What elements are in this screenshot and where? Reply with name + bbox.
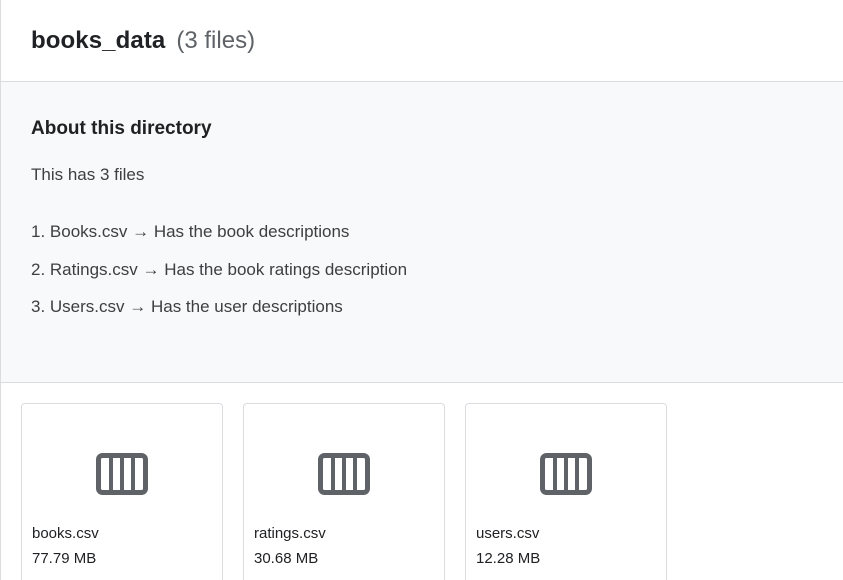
file-card-users[interactable]: users.csv 12.28 MB bbox=[465, 403, 667, 580]
file-count: (3 files) bbox=[176, 26, 256, 54]
file-name: ratings.csv bbox=[254, 525, 326, 542]
file-card-ratings[interactable]: ratings.csv 30.68 MB bbox=[243, 403, 445, 580]
directory-panel: books_data (3 files) About this director… bbox=[0, 0, 843, 580]
file-name: books.csv bbox=[32, 525, 99, 542]
file-size: 77.79 MB bbox=[32, 550, 97, 567]
directory-header: books_data (3 files) bbox=[1, 0, 843, 82]
table-icon bbox=[96, 453, 148, 495]
file-size: 30.68 MB bbox=[254, 550, 319, 567]
about-list-item: 3. Users.csv → Has the user descriptions bbox=[31, 297, 343, 316]
about-heading: About this directory bbox=[31, 118, 212, 139]
about-list-item: 1. Books.csv → Has the book descriptions bbox=[31, 222, 350, 241]
about-section: About this directory This has 3 files 1.… bbox=[1, 82, 843, 383]
file-card-books[interactable]: books.csv 77.79 MB bbox=[21, 403, 223, 580]
file-grid: books.csv 77.79 MB ratings.csv 30.68 MB … bbox=[1, 383, 843, 580]
about-file-list: 1. Books.csv → Has the book descriptions… bbox=[31, 222, 843, 317]
file-size: 12.28 MB bbox=[476, 550, 541, 567]
about-list-item: 2. Ratings.csv → Has the book ratings de… bbox=[31, 259, 408, 279]
table-icon bbox=[318, 453, 370, 495]
table-icon bbox=[540, 453, 592, 495]
file-name: users.csv bbox=[476, 525, 540, 542]
about-intro: This has 3 files bbox=[31, 165, 145, 184]
directory-title: books_data bbox=[31, 26, 166, 54]
